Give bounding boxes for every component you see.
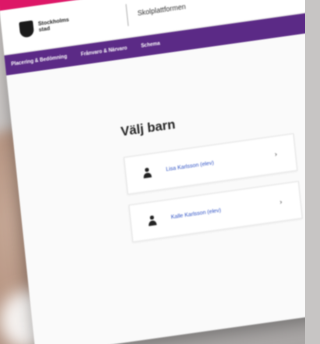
child-name-link[interactable]: Lisa Karlsson (elev) — [166, 152, 272, 173]
portal-name: Skolplattformen — [137, 3, 187, 18]
nav-item-franvaro[interactable]: Frånvaro & Närvaro — [81, 45, 128, 57]
nav-item-schema[interactable]: Schema — [141, 41, 161, 50]
stockholm-logo[interactable]: Stockholms stad — [18, 9, 118, 39]
header-divider — [125, 4, 129, 27]
page-title: Välj barn — [120, 116, 176, 140]
chevron-right-icon: › — [279, 198, 283, 207]
photo-scene: Stockholms stad Skolplattformen Placerin… — [0, 0, 305, 344]
crest-icon — [18, 20, 35, 39]
child-name-link[interactable]: Kalle Karlsson (elev) — [171, 200, 277, 221]
logo-text: Stockholms stad — [37, 17, 70, 34]
nav-item-placering[interactable]: Placering & Bedömning — [11, 54, 67, 68]
chevron-right-icon: › — [274, 150, 278, 159]
person-icon — [147, 215, 158, 226]
app-window: Stockholms stad Skolplattformen Placerin… — [0, 0, 305, 344]
person-icon — [142, 167, 153, 178]
